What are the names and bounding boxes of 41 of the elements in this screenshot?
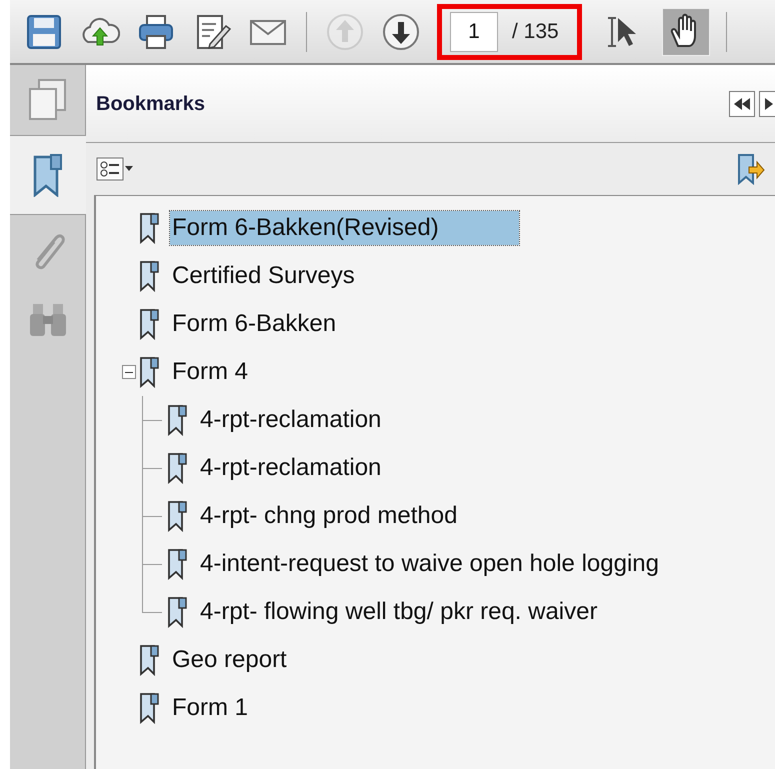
bookmark-icon xyxy=(166,404,188,436)
bookmark-item[interactable]: Geo report xyxy=(170,643,367,677)
list-options-icon xyxy=(96,157,134,181)
bookmark-icon xyxy=(166,500,188,532)
collapse-panel-button[interactable] xyxy=(729,90,755,116)
collapse-toggle[interactable] xyxy=(122,365,136,379)
bookmark-icon xyxy=(31,153,65,197)
pages-icon xyxy=(26,78,68,122)
bookmark-icon xyxy=(138,260,160,292)
panel-title: Bookmarks xyxy=(96,92,205,116)
arrow-up-icon xyxy=(325,12,365,52)
bookmark-item[interactable]: 4-rpt- flowing well tbg/ pkr req. waiver xyxy=(198,595,678,629)
bookmark-item[interactable]: 4-rpt-reclamation xyxy=(198,403,462,437)
bookmark-item[interactable]: Form 6-Bakken xyxy=(170,307,416,341)
page-number-field[interactable]: 1 xyxy=(450,12,498,52)
right-icon xyxy=(765,98,773,110)
bookmark-item[interactable]: 4-rpt-reclamation xyxy=(198,451,462,485)
bookmark-icon xyxy=(166,548,188,580)
double-left-icon xyxy=(734,98,750,110)
bookmark-item[interactable]: Form 4 xyxy=(170,355,328,389)
bookmark-item[interactable]: Certified Surveys xyxy=(170,259,435,293)
hand-tool-button[interactable] xyxy=(662,8,710,56)
next-page-button[interactable] xyxy=(381,12,421,52)
bookmark-item[interactable]: Form 6-Bakken(Revised) xyxy=(170,211,519,245)
options-button[interactable] xyxy=(96,157,134,181)
bookmark-item[interactable]: 4-rpt- chng prod method xyxy=(198,499,538,533)
bookmark-icon xyxy=(138,644,160,676)
bookmark-item[interactable]: Form 1 xyxy=(170,691,328,725)
bookmark-icon xyxy=(166,596,188,628)
bookmark-icon xyxy=(138,212,160,244)
bookmark-item[interactable]: 4-intent-request to waive open hole logging xyxy=(198,547,739,581)
bookmarks-tab[interactable] xyxy=(10,135,86,215)
arrow-down-icon xyxy=(381,12,421,52)
bookmark-icon xyxy=(166,452,188,484)
bookmark-icon xyxy=(138,692,160,724)
bookmark-icon xyxy=(138,356,160,388)
bookmark-icon xyxy=(138,308,160,340)
page-count: / 135 xyxy=(512,18,560,45)
new-bookmark-button[interactable] xyxy=(735,153,765,185)
bookmark-arrow-icon xyxy=(735,153,765,185)
expand-panel-button[interactable] xyxy=(759,90,775,116)
